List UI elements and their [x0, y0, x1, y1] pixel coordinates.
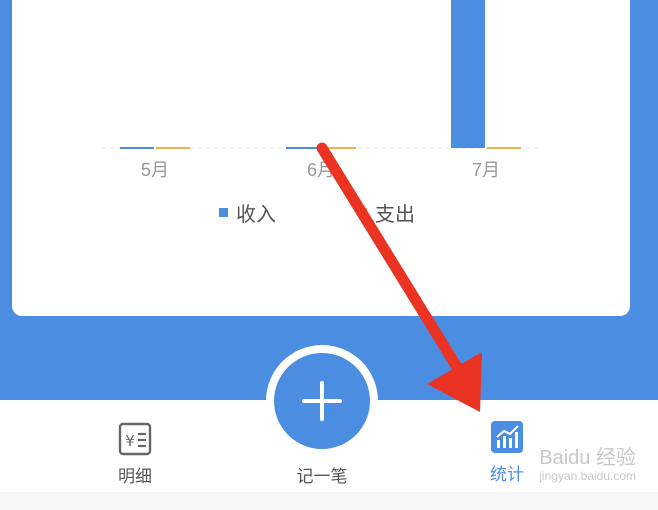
add-record-button[interactable]	[274, 353, 370, 449]
legend-label: 收入	[236, 204, 276, 226]
ledger-icon: ¥	[118, 422, 152, 456]
chart-icon	[491, 421, 523, 453]
x-tick-label: 6月	[306, 160, 335, 180]
statistics-card: 5月 6月 7月 收入 支出	[12, 0, 630, 316]
plus-icon	[302, 381, 342, 421]
watermark-brand: Baidu 经验	[539, 447, 636, 469]
legend-item-income: 收入	[219, 198, 276, 227]
legend-item-expense: 支出	[358, 198, 415, 227]
tab-statistics[interactable]: 统计	[472, 420, 542, 485]
tab-label: 明细	[118, 467, 152, 486]
x-tick-label: 5月	[140, 160, 169, 180]
legend-swatch	[219, 208, 228, 217]
tab-label: 记一笔	[296, 467, 348, 486]
x-tick-label: 7月	[471, 160, 500, 180]
legend-swatch	[358, 208, 367, 217]
home-indicator-area	[0, 492, 658, 510]
legend-label: 支出	[375, 204, 415, 226]
tab-add-record[interactable]: 记一笔	[282, 462, 362, 487]
svg-text:¥: ¥	[125, 432, 135, 450]
watermark: Baidu 经验 jingyan.baidu.com	[539, 448, 636, 482]
tab-details[interactable]: ¥ 明细	[100, 422, 170, 487]
watermark-url: jingyan.baidu.com	[539, 469, 636, 483]
bar-income	[451, 0, 485, 148]
tab-label: 统计	[490, 465, 524, 484]
